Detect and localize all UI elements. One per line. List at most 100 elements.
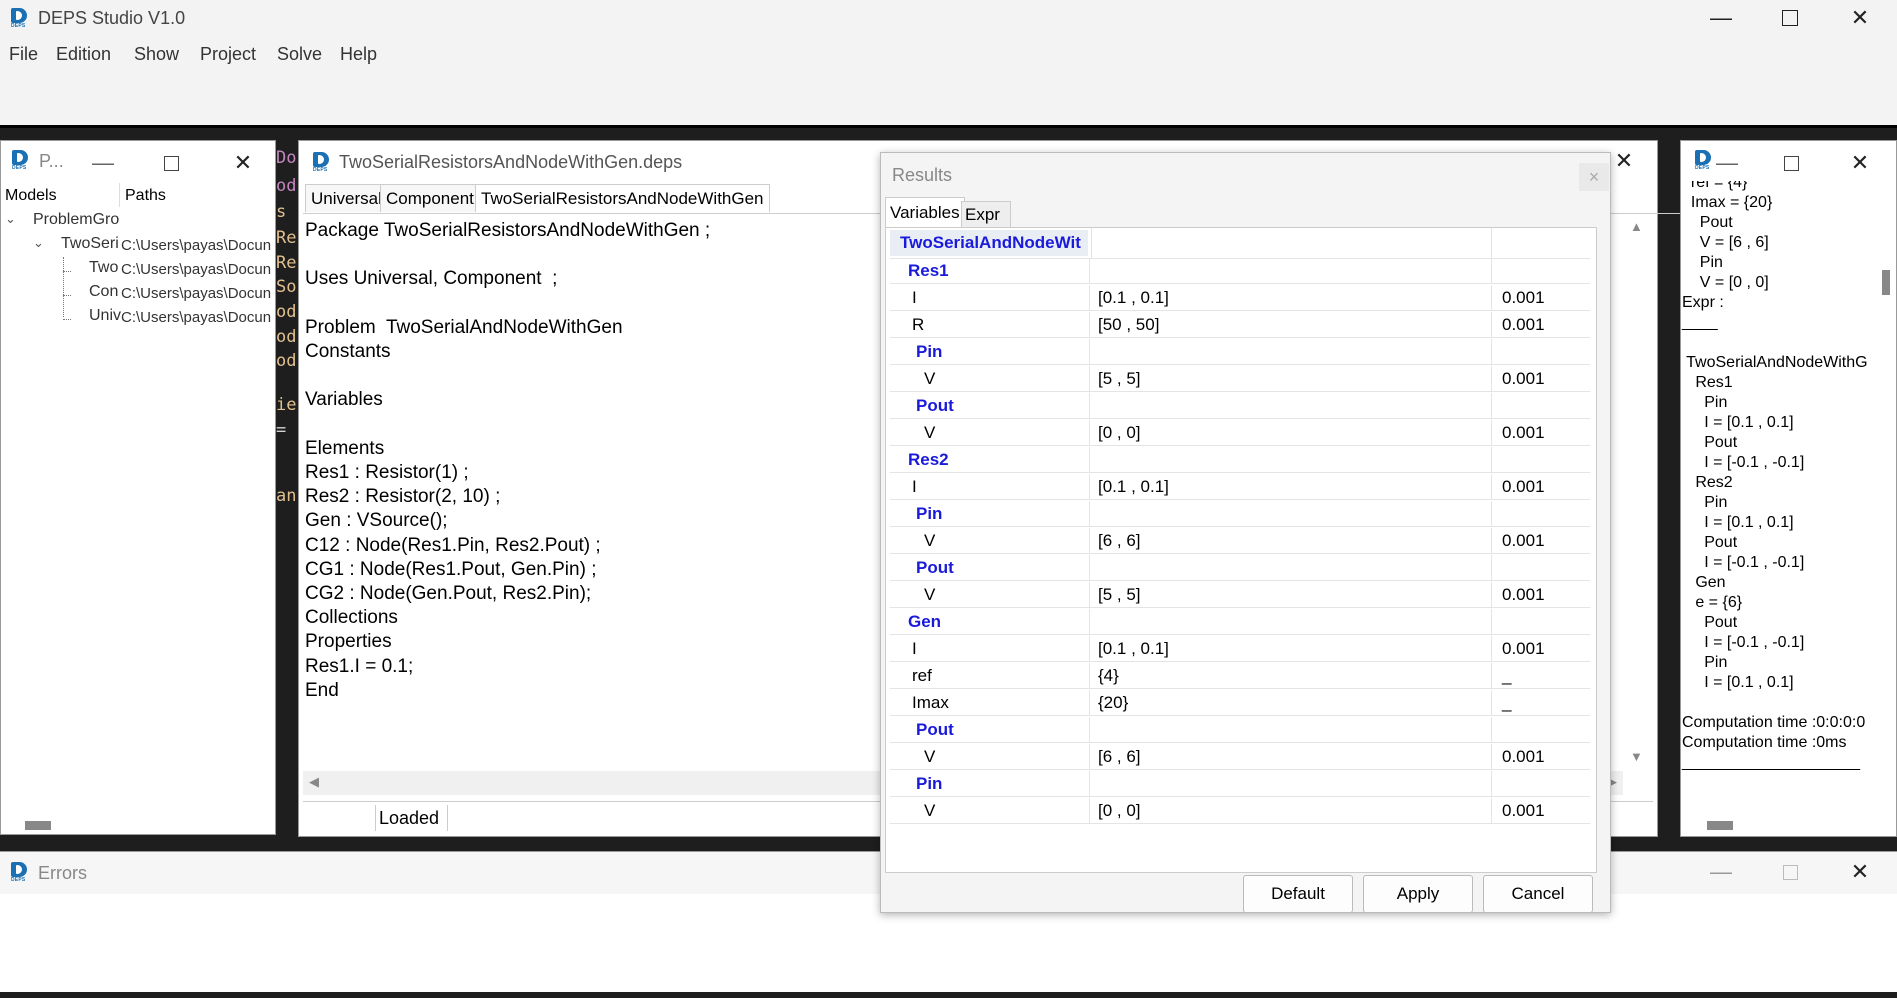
results-precision[interactable] bbox=[1496, 555, 1590, 581]
tree-item[interactable]: Two C:\Users\payas\Docun bbox=[1, 259, 275, 281]
chevron-down-icon[interactable]: ⌄ bbox=[33, 235, 44, 251]
results-value[interactable] bbox=[1092, 393, 1492, 419]
results-row[interactable]: V [5 , 5] 0.001 bbox=[890, 582, 1590, 608]
results-precision[interactable]: 0.001 bbox=[1496, 582, 1590, 608]
results-precision[interactable]: 0.001 bbox=[1496, 636, 1590, 662]
results-row[interactable]: Pin bbox=[890, 339, 1590, 365]
results-row[interactable]: V [0 , 0] 0.001 bbox=[890, 420, 1590, 446]
menu-item-solve[interactable]: Solve bbox=[277, 44, 322, 65]
results-precision[interactable] bbox=[1496, 717, 1590, 743]
tab-universal[interactable]: Universal bbox=[305, 184, 388, 212]
results-row[interactable]: V [0 , 0] 0.001 bbox=[890, 798, 1590, 824]
scroll-left-icon[interactable]: ◀ bbox=[309, 774, 319, 790]
close-icon[interactable]: ✕ bbox=[1840, 857, 1880, 887]
results-row[interactable]: Pin bbox=[890, 771, 1590, 797]
results-value[interactable] bbox=[1092, 717, 1492, 743]
results-row[interactable]: I [0.1 , 0.1] 0.001 bbox=[890, 636, 1590, 662]
results-value[interactable]: [0.1 , 0.1] bbox=[1092, 285, 1492, 311]
results-row[interactable]: V [6 , 6] 0.001 bbox=[890, 528, 1590, 554]
results-precision[interactable]: _ bbox=[1496, 690, 1590, 716]
results-value[interactable]: [6 , 6] bbox=[1092, 528, 1492, 554]
results-value[interactable]: [0.1 , 0.1] bbox=[1092, 636, 1492, 662]
close-icon[interactable]: ✕ bbox=[1840, 3, 1880, 33]
minimize-icon[interactable]: — bbox=[1701, 857, 1741, 887]
close-icon[interactable]: ✕ bbox=[223, 148, 263, 178]
apply-button[interactable]: Apply bbox=[1363, 875, 1473, 913]
results-precision[interactable]: 0.001 bbox=[1496, 474, 1590, 500]
tab-component[interactable]: Component bbox=[380, 184, 480, 212]
tree-item[interactable]: Con C:\Users\payas\Docun bbox=[1, 283, 275, 305]
results-row[interactable]: V [5 , 5] 0.001 bbox=[890, 366, 1590, 392]
results-precision[interactable] bbox=[1496, 501, 1590, 527]
results-value[interactable]: [5 , 5] bbox=[1092, 366, 1492, 392]
results-value[interactable]: [50 , 50] bbox=[1092, 312, 1492, 338]
results-value[interactable] bbox=[1092, 447, 1492, 473]
results-row[interactable]: Res2 bbox=[890, 447, 1590, 473]
tree-item[interactable]: ⌄ ProblemGro bbox=[1, 211, 275, 233]
minimize-icon[interactable]: — bbox=[83, 148, 123, 178]
results-precision[interactable] bbox=[1496, 447, 1590, 473]
results-precision[interactable]: _ bbox=[1496, 663, 1590, 689]
scrollbar-thumb[interactable] bbox=[1882, 270, 1890, 295]
maximize-icon[interactable] bbox=[1770, 857, 1810, 887]
results-row[interactable]: Gen bbox=[890, 609, 1590, 635]
results-row[interactable]: Pout bbox=[890, 555, 1590, 581]
menu-item-file[interactable]: File bbox=[9, 44, 38, 65]
results-value[interactable]: [0.1 , 0.1] bbox=[1092, 474, 1492, 500]
results-precision[interactable] bbox=[1496, 258, 1590, 284]
tree-item[interactable]: ⌄ TwoSeri C:\Users\payas\Docun bbox=[1, 235, 275, 257]
results-row[interactable]: Pout bbox=[890, 717, 1590, 743]
tab-twoserial[interactable]: TwoSerialResistorsAndNodeWithGen bbox=[475, 184, 770, 212]
results-precision[interactable]: 0.001 bbox=[1496, 420, 1590, 446]
results-value[interactable] bbox=[1092, 771, 1492, 797]
results-value[interactable]: [6 , 6] bbox=[1092, 744, 1492, 770]
results-precision[interactable]: 0.001 bbox=[1496, 312, 1590, 338]
results-row[interactable]: Pin bbox=[890, 501, 1590, 527]
results-value[interactable] bbox=[1092, 339, 1492, 365]
scrollbar-thumb[interactable] bbox=[25, 821, 51, 830]
cancel-button[interactable]: Cancel bbox=[1483, 875, 1593, 913]
results-row[interactable]: Pout bbox=[890, 393, 1590, 419]
results-precision[interactable] bbox=[1496, 609, 1590, 635]
results-precision[interactable]: 0.001 bbox=[1496, 366, 1590, 392]
vertical-scrollbar[interactable]: ▲ ▼ bbox=[1624, 219, 1648, 769]
results-value[interactable]: [0 , 0] bbox=[1092, 798, 1492, 824]
results-value[interactable] bbox=[1092, 609, 1492, 635]
results-row[interactable]: V [6 , 6] 0.001 bbox=[890, 744, 1590, 770]
tab-variables[interactable]: Variables bbox=[885, 197, 965, 228]
results-row[interactable]: I [0.1 , 0.1] 0.001 bbox=[890, 285, 1590, 311]
maximize-icon[interactable] bbox=[1770, 3, 1810, 33]
tab-expr[interactable]: Expr bbox=[961, 201, 1011, 228]
menu-item-show[interactable]: Show bbox=[134, 44, 179, 65]
results-value[interactable] bbox=[1092, 258, 1492, 284]
menu-item-project[interactable]: Project bbox=[200, 44, 256, 65]
tab-paths[interactable]: Paths bbox=[125, 187, 166, 205]
close-button[interactable]: × bbox=[1579, 163, 1609, 191]
minimize-icon[interactable]: — bbox=[1707, 148, 1747, 178]
results-row[interactable]: Res1 bbox=[890, 258, 1590, 284]
default-button[interactable]: Default bbox=[1243, 875, 1353, 913]
minimize-icon[interactable]: — bbox=[1701, 3, 1741, 33]
results-value[interactable]: [5 , 5] bbox=[1092, 582, 1492, 608]
chevron-down-icon[interactable]: ⌄ bbox=[5, 211, 16, 227]
scroll-down-icon[interactable]: ▼ bbox=[1630, 749, 1643, 764]
results-precision[interactable]: 0.001 bbox=[1496, 285, 1590, 311]
scrollbar-thumb[interactable] bbox=[1707, 821, 1733, 830]
results-precision[interactable]: 0.001 bbox=[1496, 528, 1590, 554]
maximize-icon[interactable] bbox=[1771, 148, 1811, 178]
maximize-icon[interactable] bbox=[151, 148, 191, 178]
menu-item-edition[interactable]: Edition bbox=[56, 44, 111, 65]
results-value[interactable]: {20} bbox=[1092, 690, 1492, 716]
results-precision[interactable]: 0.001 bbox=[1496, 744, 1590, 770]
results-value[interactable]: [0 , 0] bbox=[1092, 420, 1492, 446]
results-row[interactable]: I [0.1 , 0.1] 0.001 bbox=[890, 474, 1590, 500]
vertical-scrollbar[interactable] bbox=[1880, 185, 1892, 805]
results-row[interactable]: ref {4} _ bbox=[890, 663, 1590, 689]
tab-models[interactable]: Models bbox=[5, 187, 57, 205]
results-value[interactable] bbox=[1092, 555, 1492, 581]
scroll-up-icon[interactable]: ▲ bbox=[1630, 219, 1643, 234]
results-row[interactable]: Imax {20} _ bbox=[890, 690, 1590, 716]
results-value[interactable]: {4} bbox=[1092, 663, 1492, 689]
results-precision[interactable] bbox=[1496, 339, 1590, 365]
results-precision[interactable] bbox=[1496, 393, 1590, 419]
